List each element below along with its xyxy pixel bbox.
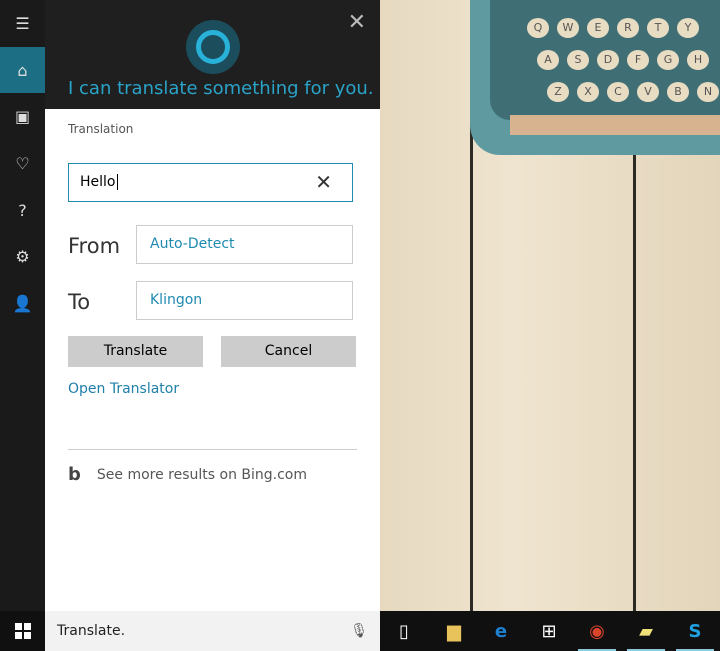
typewriter-key: G [657, 50, 679, 70]
typewriter-key: Q [527, 18, 549, 38]
bing-results-link[interactable]: b See more results on Bing.com [68, 464, 307, 485]
from-label: From [68, 234, 121, 258]
typewriter-key: Z [547, 82, 569, 102]
typewriter-key: N [697, 82, 719, 102]
translation-input[interactable]: Hello ✕ [68, 163, 353, 202]
typewriter-key: D [597, 50, 619, 70]
cortana-header: ✕ I can translate something for you. [45, 0, 380, 109]
notebook-icon[interactable]: ▣ [0, 93, 45, 139]
menu-icon[interactable]: ☰ [0, 0, 45, 46]
typewriter-key: V [637, 82, 659, 102]
file-explorer-icon[interactable]: ▆ [435, 611, 473, 651]
clear-icon[interactable]: ✕ [315, 164, 332, 201]
divider [68, 449, 357, 450]
store-icon[interactable]: ⊞ [530, 611, 568, 651]
sticky-notes-icon[interactable]: ▰ [627, 611, 665, 651]
typewriter-key: S [567, 50, 589, 70]
typewriter-key: B [667, 82, 689, 102]
typewriter-key: T [647, 18, 669, 38]
taskbar: Translate. 🎙 ▯ ▆ e ⊞ ◉ ▰ S [0, 611, 720, 651]
from-language-select[interactable]: Auto-Detect [136, 225, 353, 264]
cortana-panel: ✕ I can translate something for you. Tra… [45, 0, 380, 611]
typewriter-key: H [687, 50, 709, 70]
settings-icon[interactable]: ⚙ [0, 233, 45, 279]
cortana-orb-icon [186, 20, 240, 74]
feedback-icon[interactable]: 👤 [0, 280, 45, 326]
translate-button[interactable]: Translate [68, 336, 203, 367]
help-icon[interactable]: ? [0, 187, 45, 233]
edge-icon[interactable]: e [482, 611, 520, 651]
typewriter-key: X [577, 82, 599, 102]
typewriter-key: E [587, 18, 609, 38]
skype-icon[interactable]: S [676, 611, 714, 651]
home-icon[interactable]: ⌂ [0, 47, 45, 93]
microphone-icon[interactable]: 🎙 [350, 611, 368, 651]
bing-link-text: See more results on Bing.com [96, 466, 308, 483]
chrome-icon[interactable]: ◉ [578, 611, 616, 651]
cortana-sidebar: ☰ ⌂ ▣ ♡ ? ⚙ 👤 [0, 0, 45, 611]
typewriter-key: A [537, 50, 559, 70]
bing-icon: b [68, 464, 81, 485]
close-icon[interactable]: ✕ [348, 10, 366, 35]
windows-start-icon[interactable] [0, 611, 45, 651]
input-value: Hello [80, 174, 116, 190]
taskbar-search-box[interactable]: Translate. 🎙 [45, 611, 380, 651]
section-label: Translation [68, 122, 134, 136]
lightbulb-icon[interactable]: ♡ [0, 140, 45, 186]
to-language-select[interactable]: Klingon [136, 281, 353, 320]
cortana-prompt: I can translate something for you. [68, 78, 374, 99]
typewriter-key: C [607, 82, 629, 102]
typewriter-key: Y [677, 18, 699, 38]
task-view-icon[interactable]: ▯ [385, 611, 423, 651]
to-label: To [68, 290, 91, 314]
typewriter-key: W [557, 18, 579, 38]
typewriter-rail [510, 115, 720, 135]
typewriter-key: F [627, 50, 649, 70]
cancel-button[interactable]: Cancel [221, 336, 356, 367]
typewriter-key: R [617, 18, 639, 38]
open-translator-link[interactable]: Open Translator [68, 381, 179, 397]
search-text: Translate. [57, 623, 126, 639]
